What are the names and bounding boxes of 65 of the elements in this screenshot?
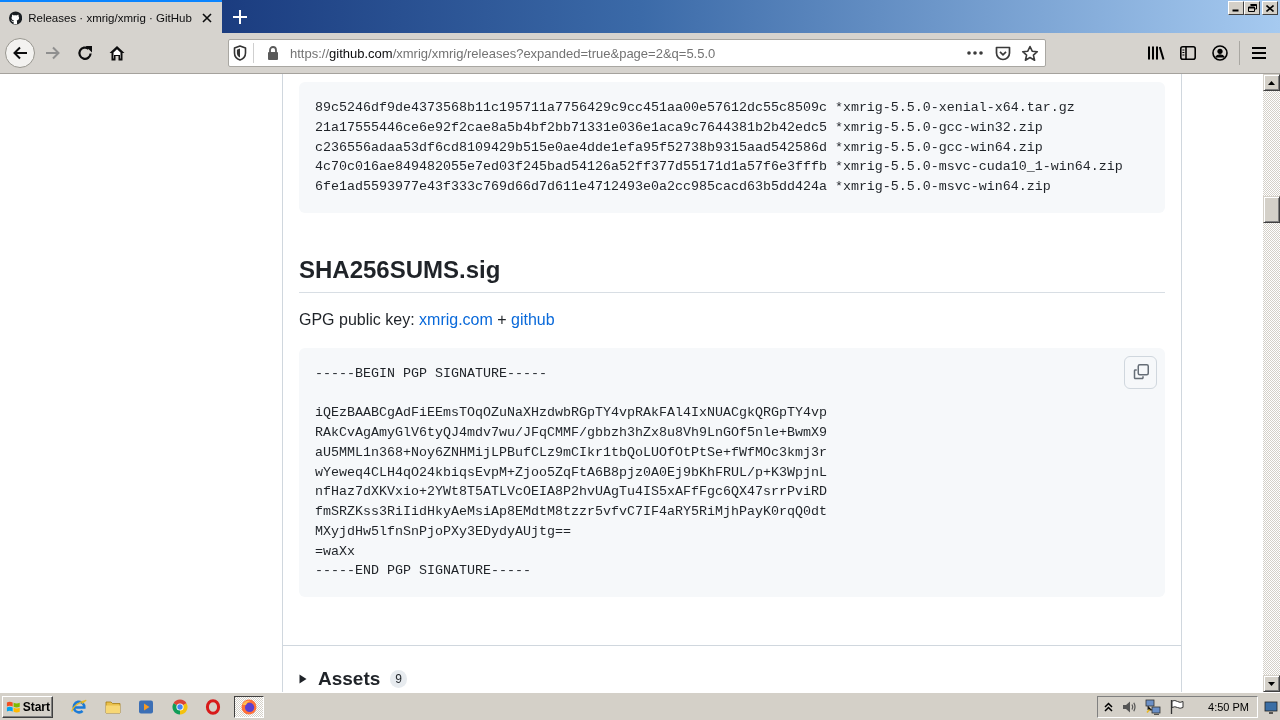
restore-icon [1247, 4, 1257, 12]
flag-icon[interactable] [1169, 698, 1186, 715]
show-desktop-icon[interactable] [1264, 699, 1278, 714]
section-heading: SHA256SUMS.sig [299, 254, 1165, 293]
key-link[interactable]: xmrig.com [419, 310, 493, 328]
pouch-icon[interactable] [995, 45, 1011, 61]
code-line: =waXx [315, 542, 355, 561]
taskbar-button[interactable] [234, 695, 264, 718]
scroll-thumb[interactable] [1263, 196, 1280, 223]
code-line: RAkCvAgAmyGlV6tyQJ4mdv7wu/JFqCMMF/gbbzh3hZx8u8Vh9LnGOf5nle+BwmX9 [315, 424, 827, 442]
code-line: MXyjdHw5lfnSnPjoPXy3EDydyAUjtg== [315, 522, 571, 541]
key-link[interactable]: github [511, 310, 555, 328]
close-icon [201, 12, 212, 23]
network-icon[interactable] [1145, 698, 1162, 715]
start-button[interactable]: Start [2, 695, 53, 718]
scroll-down-button[interactable] [1263, 675, 1280, 692]
code-line: nfHaz7dXKVxio+2YWt8T5ATLVcOEIA8P2hvUAgTu4IS5xAFfFgc6QX47srrPviRD [315, 483, 827, 502]
star-icon[interactable] [1021, 44, 1039, 62]
e-logo-icon[interactable] [71, 698, 87, 715]
reload-icon[interactable] [77, 45, 93, 61]
code-line: 21a17555446ce6e92f2cae8a5b4bf2bb71331e036e1aca9c7644381b2b42edc5 *xmrig-5.5.0-gcc-win32.zip [315, 118, 1043, 137]
triangle-up-icon [1268, 80, 1275, 85]
code-line: aU5MML1n368+Noy6ZNHMijLPBufCLz9mCIkr1tbQoLUOfOtPtSe+fWfMOc3kmj3r [315, 443, 827, 462]
arrow-left-icon [12, 45, 28, 61]
code-line: -----END PGP SIGNATURE----- [315, 562, 531, 581]
close-icon [1266, 4, 1274, 12]
play-icon[interactable] [138, 698, 154, 715]
person-circle-icon[interactable] [1212, 45, 1228, 61]
cat-face-icon [9, 9, 23, 26]
asset-count: 9 [390, 670, 407, 688]
url-text: https://github.com/xmrig/xmrig/releases?expanded=true&page=2&q=5.5.0 [290, 45, 716, 61]
plus-icon [233, 9, 247, 24]
back-button[interactable] [5, 38, 35, 68]
double-chevron-icon[interactable] [1104, 701, 1114, 712]
home-icon[interactable] [109, 45, 125, 61]
code-line: c236556adaa53df6cd8109429b515e0ae4dde1efa95f52738b9315aad542586d *xmrig-5.5.0-gcc-win64.zip [315, 138, 1043, 157]
round-logo-icon[interactable] [171, 698, 188, 715]
menu-icon[interactable] [1251, 46, 1267, 60]
browser-tab[interactable]: Releases · xmrig/xmrig · GitHub [0, 0, 222, 33]
scroll-up-button[interactable] [1263, 74, 1280, 91]
sidebar-icon[interactable] [1180, 46, 1196, 60]
globe-logo-icon [241, 698, 257, 715]
lock-icon[interactable] [267, 46, 279, 60]
scrollbar[interactable] [1263, 91, 1280, 675]
copy-icon [1132, 364, 1149, 381]
triangle-down-icon [1268, 681, 1275, 686]
copy-button[interactable] [1124, 355, 1157, 389]
shield-icon[interactable] [233, 45, 247, 61]
close-window-button[interactable] [1262, 1, 1278, 15]
code-line: iQEzBAABCgAdFiEEmsTOqOZuNaXHzdwbRGpTY4vpRAkFAl4IxNUACgkQRGpTY4vp [315, 404, 827, 423]
code-line: fmSRZKss3RiIidHkyAeMsiAp8EMdtM8tzzr5vfvC7IF4aRY5RiMjhPayK0rqQ0dt [315, 503, 827, 521]
ring-logo-icon[interactable] [205, 698, 221, 715]
clock-text: 4:50 PM [1208, 700, 1249, 713]
code-line: -----BEGIN PGP SIGNATURE----- [315, 364, 547, 383]
ellipsis-icon[interactable] [967, 51, 983, 55]
code-line: wYeweq4CLH4qO24kbiqsEvpM+Zjoo5ZqFtA6B8pjz0A0Ej9bKhFRUL/p+K3WpjnL [315, 463, 827, 482]
code-line: 6fe1ad5593977e43f333c769d66d7d611e4712493e0a2cc985cacd63b5dd424a *xmrig-5.5.0-msvc-win64.zip [315, 178, 1051, 196]
library-icon[interactable] [1147, 45, 1165, 61]
restore-button[interactable] [1244, 1, 1260, 15]
code-line: 4c70c016ae849482055e7ed03f245bad54126a52ff377d55171d1a57f6e3fffb *xmrig-5.5.0-msvc-cuda10_1-win64.zip [315, 158, 1123, 177]
assets-toggle[interactable]: Assets 9 [299, 667, 407, 691]
code-line: 89c5246df9de4373568b11c195711a7756429c9cc451aa00e57612dc55c8509c *xmrig-5.5.0-xenial-x64.tar.gz [315, 99, 1075, 117]
gpg-key-text: GPG public key: xmrig.com + github [299, 309, 556, 330]
minimize-button[interactable] [1228, 1, 1244, 15]
address-bar[interactable]: https://github.com/xmrig/xmrig/releases?expanded=true&page=2&q=5.5.0 [228, 39, 1046, 67]
